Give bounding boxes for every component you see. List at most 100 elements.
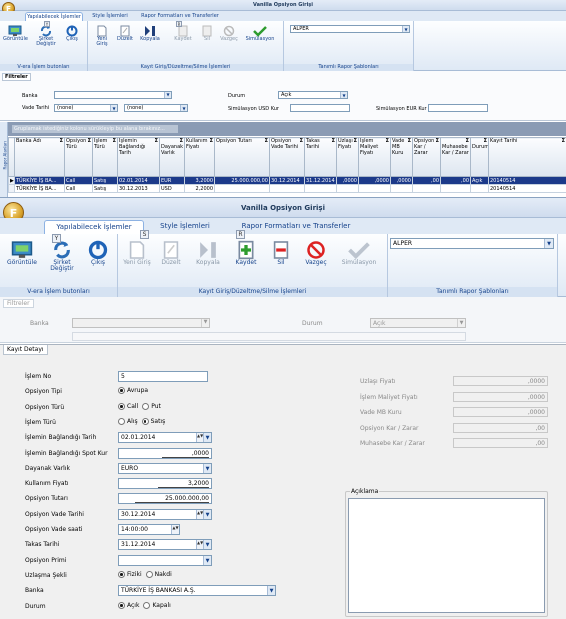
tab-yapilabilecek[interactable]: Yapılabilecek İşlemler (25, 12, 83, 21)
kaydet-button[interactable]: Kaydet (172, 25, 194, 42)
grid-col-header[interactable]: Σ Takas Tarihi (304, 137, 337, 177)
grid-col-header[interactable]: Σ İşlem Türü (92, 137, 118, 177)
sum-icon[interactable]: Σ (562, 139, 565, 145)
tab-style[interactable]: Style İşlemleri (92, 12, 128, 20)
spin-icon[interactable]: ▲▼ (196, 433, 203, 442)
goruntule-button[interactable]: Görüntüle (4, 240, 40, 266)
tab-rapor[interactable]: Rapor Formatları ve Transferler (140, 12, 220, 20)
dayanak-varlik-combo[interactable]: EURO ▼ (118, 463, 212, 474)
cikis-button[interactable]: Çıkış (84, 240, 112, 266)
grid-col-header[interactable]: Σ Kullanım Fiyatı (184, 137, 215, 177)
spot-kur-input[interactable]: ,0000 (118, 448, 212, 459)
radio-option[interactable]: Fiziki (118, 571, 142, 578)
kopyala-button[interactable]: Kopyala (190, 240, 226, 266)
radio-option[interactable]: Alış (118, 418, 138, 425)
spin-icon[interactable]: ▲▼ (196, 510, 203, 519)
radio-button-icon[interactable] (118, 602, 125, 609)
sum-icon[interactable]: Σ (155, 139, 158, 145)
banka-combo[interactable]: TÜRKİYE İŞ BANKASI A.Ş. ▼ (118, 585, 276, 596)
radio-button-icon[interactable] (118, 571, 125, 578)
yeni-giris-button[interactable]: Yeni Giriş (122, 240, 152, 266)
sum-icon[interactable]: Σ (88, 139, 91, 145)
grid-col-header[interactable]: Σ Muhasebe Kar / Zarar (440, 137, 471, 177)
radio-option[interactable]: Avrupa (118, 387, 148, 394)
sil-button[interactable]: Sil (199, 25, 215, 42)
vade-saati-picker[interactable]: 14:00:00 ▲▼ (118, 524, 180, 535)
table-row[interactable]: ▶ TÜRKİYE İŞ BA... Call Satış 02.01.2014 EUR 3… (8, 176, 566, 185)
kaydet-button[interactable]: Kaydet (230, 240, 262, 266)
right-field-input[interactable]: ,0000 (453, 407, 548, 417)
radio-button-icon[interactable] (142, 403, 150, 410)
radio-option[interactable]: Nakdi (145, 571, 172, 578)
row-pointer-icon[interactable]: ▶ (8, 176, 15, 185)
sum-icon[interactable]: Σ (386, 139, 389, 145)
sum-icon[interactable]: Σ (60, 139, 63, 145)
sil-button[interactable]: Sil (268, 240, 294, 266)
radio-button-icon[interactable] (145, 571, 153, 578)
aciklama-textarea[interactable] (348, 498, 545, 613)
grid-col-header[interactable]: Σ Vade MB Kuru (390, 137, 413, 177)
vazgec-button[interactable]: Vazgeç (300, 240, 332, 266)
tab-yapilabilecek[interactable]: Yapılabilecek İşlemler (44, 220, 144, 234)
grid-col-header[interactable]: Σ İşlem Maliyet Fiyatı (358, 137, 391, 177)
right-field-input[interactable]: ,0000 (453, 376, 548, 386)
grid-col-header[interactable]: Σ Banka Adı (14, 137, 65, 177)
sum-icon[interactable]: Σ (354, 139, 357, 145)
grid-col-header[interactable]: Σ Durum (470, 137, 489, 177)
tab-style[interactable]: Style İşlemleri (152, 220, 218, 233)
simulasyon-button[interactable]: Simülasyon (244, 25, 276, 42)
spin-icon[interactable]: ▲▼ (196, 540, 203, 549)
opsiyon-primi-combo[interactable]: ▼ (118, 555, 212, 566)
yeni-giris-button[interactable]: Yeni Giriş (92, 25, 112, 48)
right-field-input[interactable]: ,00 (453, 423, 548, 433)
grid-col-header[interactable]: Σ İşlemin Bağlandığı Tarih (117, 137, 160, 177)
cikis-button[interactable]: Çıkış (62, 25, 82, 42)
sum-icon[interactable]: Σ (332, 139, 335, 145)
sum-icon[interactable]: Σ (265, 139, 268, 145)
grid-col-header[interactable]: Σ Opsiyon Türü (64, 137, 93, 177)
side-tab-rapor-alanlari[interactable]: Rapor Alanları (0, 122, 8, 197)
duzelt-button[interactable]: Düzelt (115, 25, 135, 42)
kullanim-fiyati-input[interactable]: 3,2000 (118, 478, 212, 489)
takas-tarihi-picker[interactable]: 31.12.2014 ▲▼ ▼ (118, 539, 212, 550)
duzelt-button[interactable]: Düzelt (156, 240, 186, 266)
lower-durum-combo[interactable]: Açık ▼ (370, 318, 466, 328)
table-row[interactable]: TÜRKİYE İŞ BA... Call Satış 30.12.2013 USD 2,… (8, 184, 566, 193)
lower-filters-tab[interactable]: Filtreler (3, 299, 34, 308)
radio-option[interactable]: Kapalı (143, 602, 171, 609)
rapor-sablon-combo[interactable]: ALPER ▼ (290, 25, 410, 33)
vade-from-combo[interactable]: (none) ▼ (54, 104, 118, 112)
sim-usd-input[interactable] (290, 104, 350, 112)
vade-tarihi-picker[interactable]: 30.12.2014 ▲▼ ▼ (118, 509, 212, 520)
simulasyon-button[interactable]: Simülasyon (336, 240, 382, 266)
grid-col-header[interactable]: Σ Opsiyon Tutarı (214, 137, 270, 177)
goruntule-button[interactable]: Görüntüle (3, 25, 28, 42)
baglandigi-tarih-picker[interactable]: 02.01.2014 ▲▼ ▼ (118, 432, 212, 443)
radio-button-icon[interactable] (141, 418, 149, 425)
islem-no-input[interactable]: 5 (118, 371, 208, 382)
rapor-sablon-combo[interactable]: ALPER ▼ (390, 238, 554, 249)
radio-option[interactable]: Açık (118, 602, 139, 609)
radio-option[interactable]: Call (118, 403, 138, 410)
sirket-degistir-button[interactable]: Şirket Değiştir (44, 240, 80, 273)
vazgec-button[interactable]: Vazgeç (219, 25, 239, 42)
lower-banka-combo[interactable]: ▼ (72, 318, 210, 328)
radio-button-icon[interactable] (118, 387, 125, 394)
radio-button-icon[interactable] (143, 602, 151, 609)
radio-button-icon[interactable] (118, 418, 125, 425)
sum-icon[interactable]: Σ (408, 139, 411, 145)
tab-rapor[interactable]: Rapor Formatları ve Transferler (226, 220, 366, 233)
radio-button-icon[interactable] (118, 403, 125, 410)
sum-icon[interactable]: Σ (210, 139, 213, 145)
sirket-degistir-button[interactable]: Şirket Değiştir (33, 25, 59, 48)
spin-icon[interactable]: ▲▼ (171, 525, 179, 534)
durum-combo[interactable]: Açık ▼ (278, 91, 348, 99)
sum-icon[interactable]: Σ (300, 139, 303, 145)
right-field-input[interactable]: ,00 (453, 438, 548, 448)
sum-icon[interactable]: Σ (113, 139, 116, 145)
grid-col-header[interactable]: Σ Opsiyon Kar / Zarar (412, 137, 441, 177)
radio-option[interactable]: Put (142, 403, 161, 410)
grid-col-header[interactable]: Σ Opsiyon Vade Tarihi (269, 137, 305, 177)
grid-col-header[interactable]: Σ Uzlaşı Fiyatı (336, 137, 359, 177)
grid-col-header[interactable]: Σ Dayanak Varlık (159, 137, 185, 177)
